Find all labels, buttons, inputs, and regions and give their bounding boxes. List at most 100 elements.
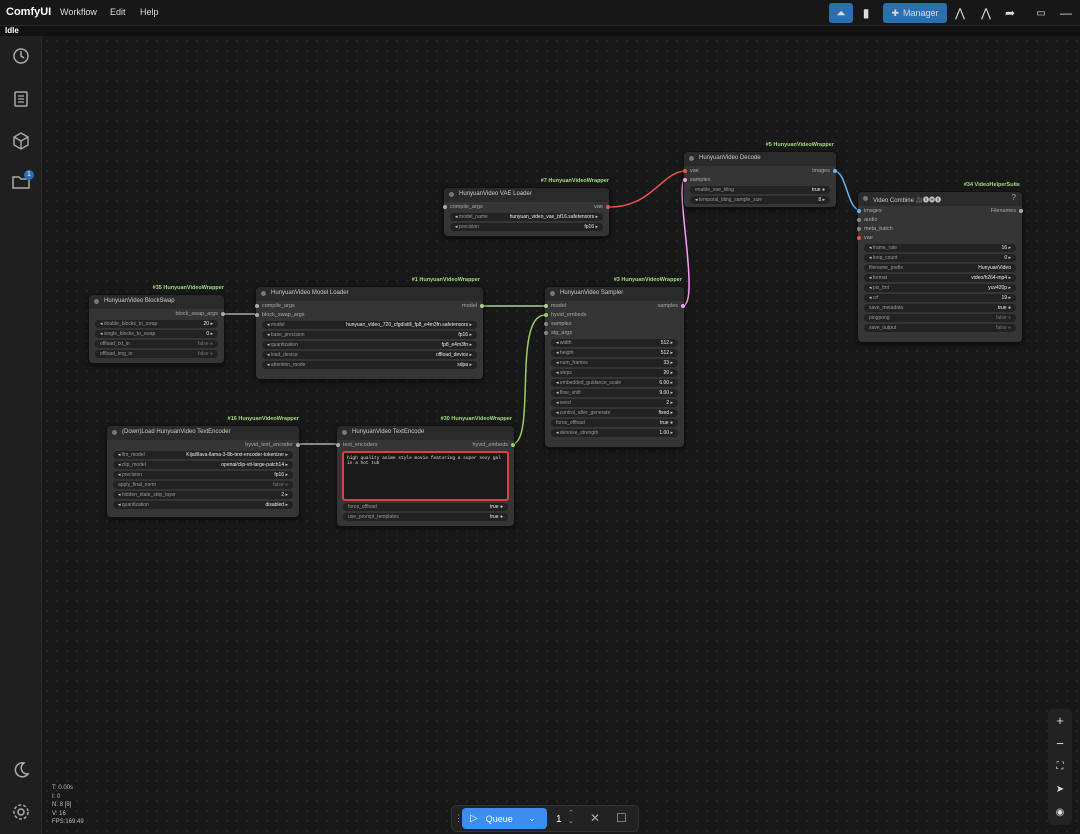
input-slot[interactable] <box>544 303 548 308</box>
output-slot[interactable] <box>833 168 837 173</box>
share-icon[interactable]: ➦ <box>1002 3 1018 23</box>
widget-base-precision[interactable]: base_precisionfp16 <box>262 331 477 339</box>
widget-seed[interactable]: seed2 <box>551 399 678 407</box>
input-slot[interactable] <box>544 330 548 335</box>
widget-width[interactable]: width512 <box>551 339 678 347</box>
input-slot[interactable] <box>857 235 861 240</box>
menu-help[interactable]: Help <box>140 7 159 17</box>
output-slot[interactable] <box>606 204 610 209</box>
widget-single-blocks[interactable]: single_blocks_to_swap0 <box>95 330 218 338</box>
widget-format[interactable]: formatvideo/h264-mp4 <box>864 274 1016 282</box>
input-slot[interactable] <box>857 217 861 222</box>
widget-quantization[interactable]: quantizationfp8_e4m3fn <box>262 341 477 349</box>
widget-load-device[interactable]: load_deviceoffload_device <box>262 351 477 359</box>
input-slot[interactable] <box>857 226 861 231</box>
widget-crf[interactable]: crf19 <box>864 294 1016 302</box>
prompt-textarea[interactable]: high quality anime style movie featuring… <box>342 451 509 501</box>
output-slot[interactable] <box>296 442 300 447</box>
minimize-icon[interactable]: — <box>1058 3 1074 23</box>
node-model-loader[interactable]: HunyuanVideo Model Loader compile_args mo… <box>255 286 484 380</box>
input-slot[interactable] <box>544 312 548 317</box>
toggle-prompt-templates[interactable]: use_prompt_templates true <box>343 513 508 521</box>
widget-precision[interactable]: precisionfp16 <box>113 471 293 479</box>
bookmark-icon[interactable]: ▮ <box>856 3 876 23</box>
output-slot[interactable] <box>1019 208 1023 213</box>
node-blockswap[interactable]: HunyuanVideo BlockSwap block_swap_args d… <box>88 294 225 364</box>
zoom-in-icon[interactable]: + <box>1048 709 1072 732</box>
toggle-save-metadata[interactable]: save_metadata true <box>864 304 1016 312</box>
widget-num-frames[interactable]: num_frames33 <box>551 359 678 367</box>
widget-temporal-tiling[interactable]: temporal_tiling_sample_size8 <box>690 196 830 204</box>
stepper-icon[interactable]: ⌃ ⌄ <box>568 810 574 826</box>
widget-llm-model[interactable]: llm_modelKijai/llava-llama-3-8b-text-enc… <box>113 451 293 459</box>
toggle-force-offload[interactable]: force_offload true <box>343 503 508 511</box>
model-alt-icon[interactable]: ⋀ <box>978 3 994 23</box>
chevron-down-icon[interactable]: ⌄ <box>528 813 536 824</box>
widget-control-after-generate[interactable]: control_after_generatefixed <box>551 409 678 417</box>
model-icon[interactable]: ⋀ <box>952 3 968 23</box>
output-slot[interactable] <box>511 442 515 447</box>
widget-steps[interactable]: steps20 <box>551 369 678 377</box>
node-vae-loader[interactable]: HunyuanVideo VAE Loader compile_args vae … <box>443 187 610 237</box>
widget-height[interactable]: height512 <box>551 349 678 357</box>
zoom-out-icon[interactable]: − <box>1048 732 1072 755</box>
node-text-loader[interactable]: (Down)Load HunyuanVideo TextEncoder hyvi… <box>106 425 300 518</box>
node-video-combine[interactable]: Video Combine 🎥🅥🅗🅢 ? images Filenames aud… <box>857 191 1023 343</box>
toggle-offload-img[interactable]: offload_img_in false <box>95 350 218 358</box>
node-text-encode[interactable]: HunyuanVideo TextEncode text_encoders hyv… <box>336 425 515 527</box>
help-icon[interactable]: ? <box>1012 193 1016 202</box>
toggle-pingpong[interactable]: pingpong false <box>864 314 1016 322</box>
widget-quantization[interactable]: quantizationdisabled <box>113 501 293 509</box>
eye-icon[interactable]: ◉ <box>1048 801 1072 824</box>
menu-workflow[interactable]: Workflow <box>60 7 97 17</box>
widget-hidden-state-skip[interactable]: hidden_state_skip_layer2 <box>113 491 293 499</box>
manager-button[interactable]: ✚ Manager <box>883 3 947 23</box>
input-slot[interactable] <box>683 177 687 182</box>
input-slot[interactable] <box>857 208 861 213</box>
document-icon[interactable] <box>11 89 31 109</box>
input-slot[interactable] <box>683 168 687 173</box>
output-slot[interactable] <box>681 303 685 308</box>
stop-icon[interactable]: ☐ <box>616 811 627 825</box>
widget-model[interactable]: modelhunyuan_video_720_cfgdistill_fp8_e4… <box>262 321 477 329</box>
widget-clip-model[interactable]: clip_modelopenai/clip-vit-large-patch14 <box>113 461 293 469</box>
widget-precision[interactable]: precisionfp16 <box>450 223 603 231</box>
menu-edit[interactable]: Edit <box>110 7 126 17</box>
widget-denoise-strength[interactable]: denoise_strength1.00 <box>551 429 678 437</box>
widget-pix-fmt[interactable]: pix_fmtyuv420p <box>864 284 1016 292</box>
widget-loop-count[interactable]: loop_count0 <box>864 254 1016 262</box>
widget-guidance-scale[interactable]: embedded_guidance_scale6.00 <box>551 379 678 387</box>
queue-button[interactable]: ▷ Queue ⌄ <box>462 808 547 829</box>
batch-count-input[interactable]: 1 ⌃ ⌄ <box>552 810 582 827</box>
toggle-vae-tiling[interactable]: enable_vae_tiling true <box>690 186 830 194</box>
toggle-offload-txt[interactable]: offload_txt_in false <box>95 340 218 348</box>
toggle-force-offload[interactable]: force_offload true <box>551 419 678 427</box>
input-slot[interactable] <box>336 442 340 447</box>
history-icon[interactable] <box>11 46 31 66</box>
widget-filename-prefix[interactable]: filename_prefix HunyuanVideo <box>864 264 1016 272</box>
node-sampler[interactable]: HunyuanVideo Sampler model samples hyvid_… <box>544 286 685 448</box>
pointer-icon[interactable]: ➤ <box>1048 778 1072 801</box>
output-slot[interactable] <box>480 303 484 308</box>
cube-icon[interactable] <box>11 131 31 151</box>
input-slot[interactable] <box>544 321 548 326</box>
panel-icon[interactable]: ▭ <box>1033 3 1049 23</box>
widget-model-name[interactable]: model_namehunyuan_video_vae_bf16.safeten… <box>450 213 603 221</box>
fit-view-icon[interactable]: ⛶ <box>1048 755 1072 778</box>
node-decode[interactable]: HunyuanVideo Decode vae images samples en… <box>683 151 837 208</box>
close-icon[interactable]: ✕ <box>590 811 600 825</box>
widget-flow-shift[interactable]: flow_shift9.00 <box>551 389 678 397</box>
widget-double-blocks[interactable]: double_blocks_to_swap20 <box>95 320 218 328</box>
toggle-save-output[interactable]: save_output false <box>864 324 1016 332</box>
widget-attention-mode[interactable]: attention_modesdpa <box>262 361 477 369</box>
gear-icon[interactable] <box>11 802 31 822</box>
toggle-apply-final-norm[interactable]: apply_final_norm false <box>113 481 293 489</box>
graph-icon[interactable]: ⏶ <box>829 3 853 23</box>
moon-icon[interactable] <box>11 760 31 780</box>
input-slot[interactable] <box>443 204 447 209</box>
graph-canvas[interactable]: #35 HunyuanVideoWrapper HunyuanVideo Blo… <box>42 36 1080 834</box>
output-slot[interactable] <box>221 311 225 316</box>
input-slot[interactable] <box>255 312 259 317</box>
widget-frame-rate[interactable]: frame_rate16 <box>864 244 1016 252</box>
input-slot[interactable] <box>255 303 259 308</box>
